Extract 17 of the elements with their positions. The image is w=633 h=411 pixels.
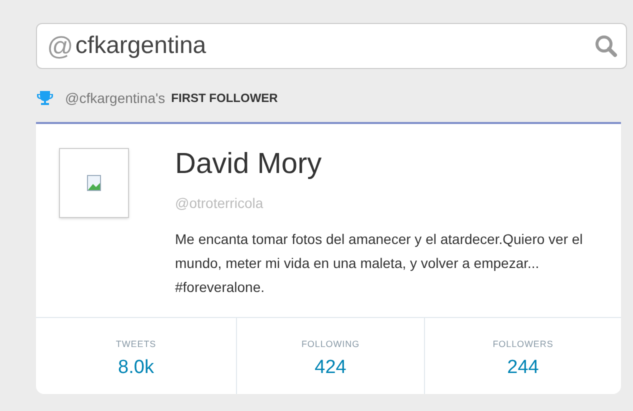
broken-image-icon	[87, 175, 101, 191]
stat-value[interactable]: 8.0k	[118, 358, 154, 376]
search-value: cfkargentina	[75, 34, 206, 58]
search-icon	[594, 34, 618, 58]
profile-bio: Me encanta tomar fotos del amanecer y el atardecer.Quiero ver el mundo, meter mi vida en una maleta, y volver a empezar... #foreveralone.	[175, 230, 584, 297]
heading-handle: @cfkargentina's	[65, 88, 166, 108]
profile-handle: @otroterricola	[175, 194, 264, 213]
search-field[interactable]: @cfkargentina	[36, 23, 627, 69]
stat-label: FOLLOWING	[301, 338, 360, 351]
stat-label: TWEETS	[116, 338, 156, 351]
heading-title: FIRST FOLLOWER	[171, 90, 278, 107]
stat-value[interactable]: 244	[507, 358, 539, 376]
profile-name: David Mory	[175, 150, 323, 179]
trophy-icon	[36, 90, 54, 106]
stat-label: FOLLOWERS	[492, 338, 554, 351]
at-sign: @	[47, 33, 74, 59]
stat-value[interactable]: 424	[314, 358, 346, 376]
